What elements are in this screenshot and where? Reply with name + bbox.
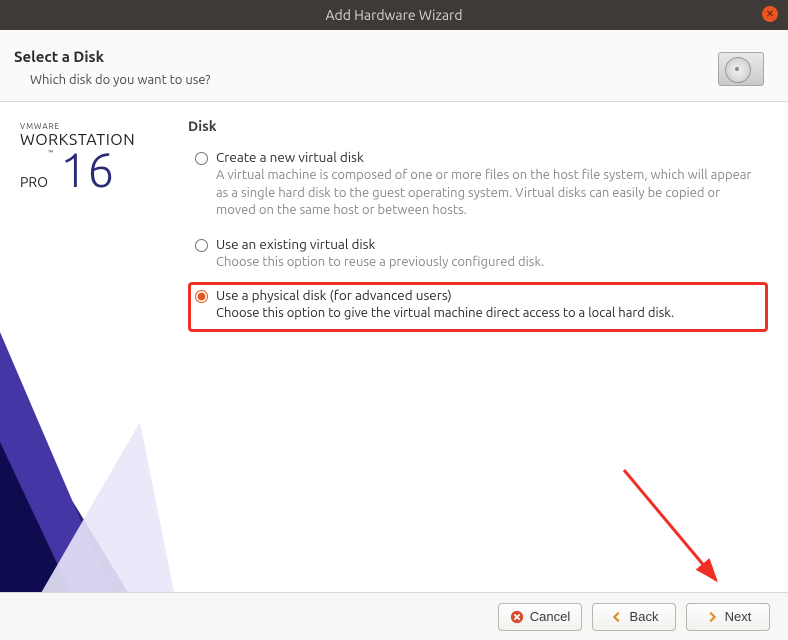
cancel-icon (510, 610, 524, 624)
footer: Cancel Back Next (0, 592, 788, 640)
logo-edition: PRO (20, 174, 48, 190)
option-physical-disk[interactable]: Use a physical disk (for advanced users)… (188, 282, 768, 332)
radio-create-new-disk[interactable] (195, 152, 208, 165)
hard-disk-icon (718, 52, 764, 86)
next-label: Next (725, 609, 752, 624)
back-button[interactable]: Back (592, 603, 676, 631)
next-button[interactable]: Next (686, 603, 770, 631)
content-panel: Disk Create a new virtual disk A virtual… (178, 102, 788, 612)
cancel-button[interactable]: Cancel (498, 603, 582, 631)
option-desc: Choose this option to reuse a previously… (216, 254, 759, 272)
main-area: VMWARE WORKSTATION PRO™ 16 Disk Create a… (0, 102, 788, 612)
option-existing-disk[interactable]: Use an existing virtual disk Choose this… (188, 231, 768, 281)
back-label: Back (630, 609, 659, 624)
cancel-label: Cancel (530, 609, 570, 624)
option-create-new-disk[interactable]: Create a new virtual disk A virtual mach… (188, 144, 768, 229)
option-label: Use a physical disk (for advanced users) (216, 287, 759, 303)
option-desc: Choose this option to give the virtual m… (216, 305, 759, 323)
option-label: Use an existing virtual disk (216, 236, 759, 252)
page-title: Select a Disk (14, 48, 210, 65)
vmware-logo: VMWARE WORKSTATION PRO™ 16 (6, 122, 178, 192)
radio-existing-disk[interactable] (195, 239, 208, 252)
titlebar: Add Hardware Wizard ✕ (0, 0, 788, 30)
chevron-left-icon (610, 610, 624, 624)
window-title: Add Hardware Wizard (325, 7, 462, 23)
logo-brand: VMWARE (20, 122, 178, 131)
radio-physical-disk[interactable] (195, 290, 208, 303)
chevron-right-icon (705, 610, 719, 624)
page-subtitle: Which disk do you want to use? (30, 73, 210, 87)
option-desc: A virtual machine is composed of one or … (216, 167, 759, 220)
sidebar-art (0, 292, 178, 612)
logo-version: 16 (60, 149, 114, 192)
option-label: Create a new virtual disk (216, 149, 759, 165)
logo-tm: ™ (48, 149, 53, 157)
close-icon[interactable]: ✕ (762, 6, 778, 22)
wizard-header: Select a Disk Which disk do you want to … (0, 30, 788, 102)
section-heading: Disk (188, 118, 768, 134)
sidebar: VMWARE WORKSTATION PRO™ 16 (0, 102, 178, 612)
